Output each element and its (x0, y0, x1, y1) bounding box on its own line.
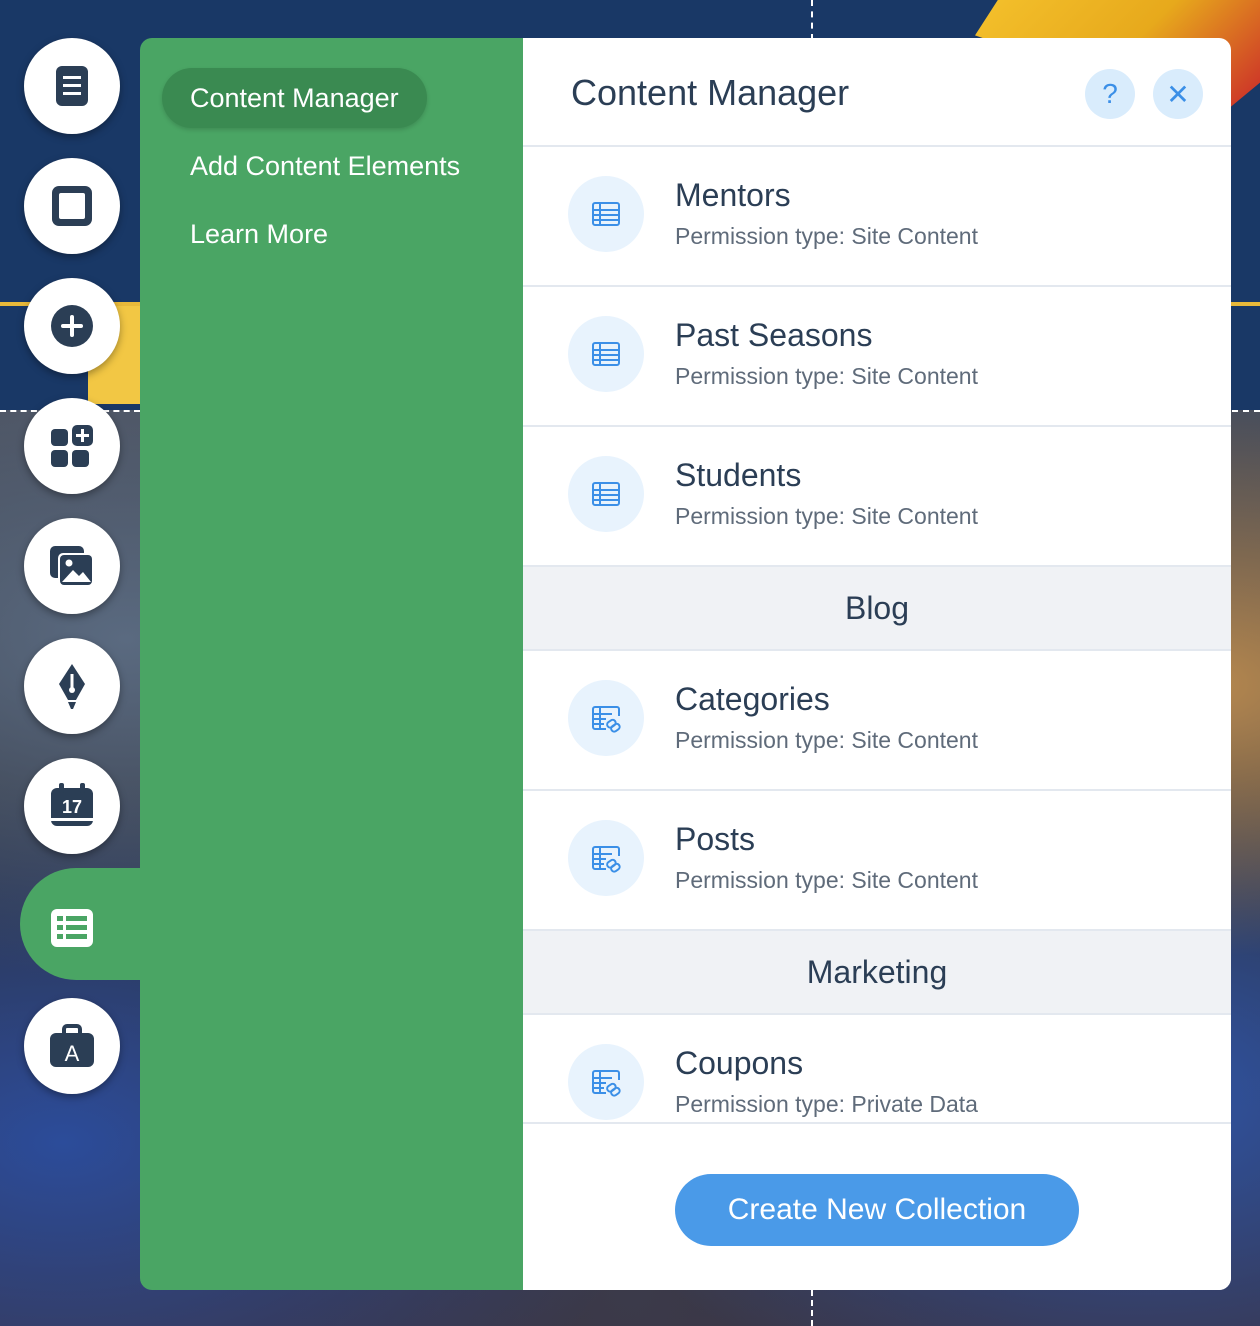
linked-collection-icon (568, 1044, 644, 1120)
linked-collection-icon (568, 680, 644, 756)
collection-row-categories[interactable]: Categories Permission type: Site Content (523, 651, 1231, 791)
collection-permission: Permission type: Site Content (675, 363, 978, 389)
collection-permission: Permission type: Site Content (675, 223, 978, 249)
calendar-icon: 17 (51, 783, 93, 826)
collection-icon (568, 316, 644, 392)
section-header-blog: Blog (523, 567, 1231, 651)
collection-permission: Permission type: Site Content (675, 503, 978, 529)
help-icon: ? (1102, 78, 1118, 109)
nav-learn-more[interactable]: Learn More (162, 204, 356, 264)
collection-row-coupons[interactable]: Coupons Permission type: Private Data (523, 1015, 1231, 1123)
pages-button[interactable] (24, 38, 120, 134)
svg-text:17: 17 (62, 797, 82, 817)
panel-title: Content Manager (571, 72, 850, 113)
section-header-marketing: Marketing (523, 931, 1231, 1015)
app-market-button[interactable]: A (24, 998, 120, 1094)
collection-icon (568, 176, 644, 252)
close-button[interactable]: ✕ (1153, 69, 1203, 119)
app-market-icon: A (50, 1024, 94, 1067)
panel-footer: Create New Collection (523, 1122, 1231, 1290)
add-icon (51, 305, 93, 347)
add-button[interactable] (24, 278, 120, 374)
nav-add-content-elements[interactable]: Add Content Elements (162, 136, 488, 196)
background-button[interactable] (24, 158, 120, 254)
create-new-collection-button[interactable]: Create New Collection (675, 1174, 1079, 1246)
collection-name: Posts (675, 821, 756, 857)
collection-row-mentors[interactable]: Mentors Permission type: Site Content (523, 147, 1231, 287)
collection-row-posts[interactable]: Posts Permission type: Site Content (523, 791, 1231, 931)
content-manager-panel: Content Manager ? ✕ Mentors Permission t… (523, 38, 1231, 1290)
collection-row-students[interactable]: Students Permission type: Site Content (523, 427, 1231, 567)
calendar-button[interactable]: 17 (24, 758, 120, 854)
background-icon (52, 186, 92, 226)
close-icon: ✕ (1166, 78, 1190, 110)
nav-content-manager[interactable]: Content Manager (162, 68, 427, 128)
collection-name: Past Seasons (675, 317, 873, 353)
media-button[interactable] (24, 518, 120, 614)
collection-name: Mentors (675, 177, 791, 213)
collection-row-past-seasons[interactable]: Past Seasons Permission type: Site Conte… (523, 287, 1231, 427)
collection-name: Categories (675, 681, 830, 717)
pages-icon (56, 66, 88, 106)
database-button[interactable] (24, 880, 120, 976)
gridline-guide (811, 0, 813, 40)
linked-collection-icon (568, 820, 644, 896)
collection-icon (568, 456, 644, 532)
svg-text:A: A (65, 1041, 80, 1066)
blog-button[interactable] (24, 638, 120, 734)
add-apps-icon (51, 425, 93, 467)
blog-pen-icon (59, 664, 85, 709)
collection-name: Coupons (675, 1045, 804, 1081)
collection-permission: Permission type: Site Content (675, 727, 978, 753)
help-button[interactable]: ? (1085, 69, 1135, 119)
collections-list: Mentors Permission type: Site Content Pa… (523, 147, 1231, 1123)
media-icon (50, 546, 94, 587)
panel-header: Content Manager ? ✕ (523, 38, 1231, 147)
collection-name: Students (675, 457, 802, 493)
collection-permission: Permission type: Private Data (675, 1091, 978, 1117)
collection-permission: Permission type: Site Content (675, 867, 978, 893)
gridline-guide (811, 1290, 813, 1326)
add-apps-button[interactable] (24, 398, 120, 494)
section-guide (1232, 410, 1260, 412)
database-icon (51, 909, 93, 947)
content-manager-sidenav: Content Manager Add Content Elements Lea… (140, 38, 523, 1290)
